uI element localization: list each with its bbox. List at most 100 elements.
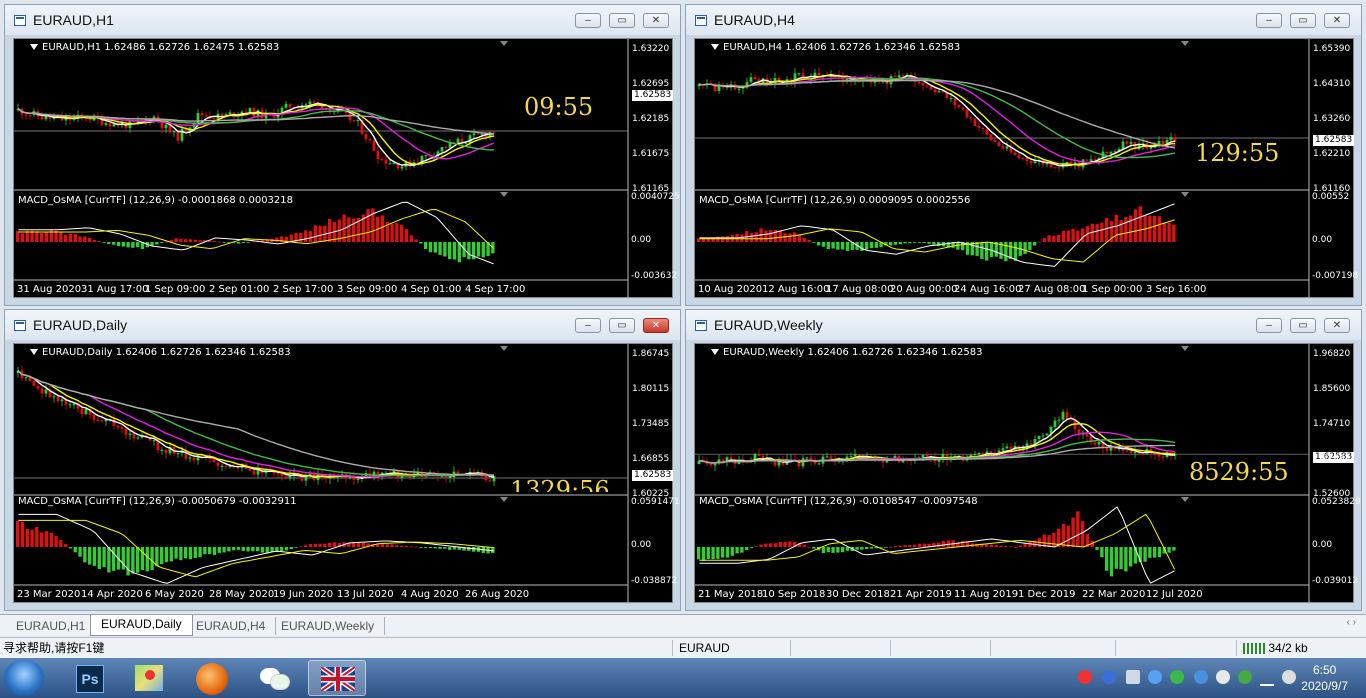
candle-body: [104, 123, 108, 125]
chart-area[interactable]: EURAUD,H1 1.62486 1.62726 1.62475 1.6258…: [13, 38, 680, 299]
macd-tick-label: -0.003632: [631, 271, 678, 281]
sogou-ime-icon[interactable]: [1078, 670, 1092, 684]
time-tick-label: 10 Sep 2018: [762, 589, 826, 600]
candle-timer: 129:55: [1195, 139, 1280, 167]
close-button[interactable]: ✕: [643, 13, 669, 28]
dropdown-triangle-icon[interactable]: [30, 349, 38, 355]
macd-histogram-bar: [409, 235, 413, 242]
candle-body: [60, 399, 64, 402]
candle-body: [773, 461, 777, 466]
dropdown-triangle-icon[interactable]: [711, 349, 719, 355]
chart-window-weekly[interactable]: EURAUD,Weekly – ▭ ✕ EURAUD,Weekly 1.6240…: [685, 309, 1362, 611]
tab-scroll-arrows[interactable]: ‹ ›: [1347, 617, 1356, 628]
help-icon[interactable]: [1102, 670, 1116, 684]
macd-histogram-bar: [730, 547, 734, 556]
chart-window-h1[interactable]: EURAUD,H1 – ▭ ✕ EURAUD,H1 1.62486 1.6272…: [4, 4, 681, 306]
shield-icon[interactable]: [1194, 670, 1208, 684]
window-title: EURAUD,H4: [714, 12, 795, 28]
close-button[interactable]: ✕: [1324, 13, 1350, 28]
security-icon[interactable]: [1238, 670, 1252, 684]
chart-window-h4[interactable]: EURAUD,H4 – ▭ ✕ EURAUD,H4 1.62406 1.6272…: [685, 4, 1362, 306]
macd-histogram-bar: [1124, 547, 1128, 572]
maps-icon[interactable]: [125, 660, 173, 696]
macd-histogram-bar: [212, 547, 217, 556]
macd-histogram-bar: [212, 241, 217, 242]
close-button[interactable]: ✕: [1324, 318, 1350, 333]
mail-icon[interactable]: [1216, 670, 1230, 684]
wechat-icon[interactable]: [250, 660, 298, 696]
minimize-button[interactable]: –: [575, 13, 601, 28]
macd-histogram-bar: [1133, 209, 1138, 242]
macd-histogram-bar: [1129, 547, 1133, 567]
macd-histogram-bar: [994, 545, 998, 547]
close-button[interactable]: ✕: [643, 318, 669, 333]
window-titlebar[interactable]: EURAUD,H1 – ▭ ✕: [5, 5, 680, 35]
macd-histogram-bar: [1061, 230, 1066, 242]
wechat-tray-icon[interactable]: [1170, 670, 1184, 684]
macd-histogram-bar: [294, 547, 298, 548]
window-titlebar[interactable]: EURAUD,H4 – ▭ ✕: [686, 5, 1361, 35]
chart-window-daily[interactable]: EURAUD,Daily – ▭ ✕ EURAUD,Daily 1.62406 …: [4, 309, 681, 611]
macd-histogram-bar: [1095, 224, 1099, 242]
candle-body: [364, 133, 368, 140]
macd-histogram-bar: [711, 547, 715, 560]
minimize-button[interactable]: –: [1256, 13, 1282, 28]
candle-body: [749, 77, 753, 82]
network-icon[interactable]: [1126, 670, 1140, 684]
macd-histogram-bar: [164, 547, 169, 563]
macd-histogram-bar: [1009, 242, 1013, 259]
macd-histogram-bar: [783, 233, 787, 242]
macd-histogram-bar: [1057, 234, 1061, 242]
start-orb-icon[interactable]: [4, 660, 44, 696]
connection-bars-icon: [1243, 643, 1265, 655]
macd-histogram-bar: [328, 542, 332, 547]
restore-button[interactable]: ▭: [609, 13, 635, 28]
signal-icon[interactable]: [1260, 670, 1274, 686]
chart-area[interactable]: EURAUD,Daily 1.62406 1.62726 1.62346 1.6…: [13, 343, 680, 604]
window-titlebar[interactable]: EURAUD,Weekly – ▭ ✕: [686, 310, 1361, 340]
candle-body: [80, 408, 84, 415]
restore-button[interactable]: ▭: [1290, 318, 1316, 333]
window-titlebar[interactable]: EURAUD,Daily – ▭ ✕: [5, 310, 680, 340]
candle-body: [937, 91, 941, 93]
minimize-button[interactable]: –: [1256, 318, 1282, 333]
candle-body: [312, 101, 316, 103]
chart-area[interactable]: EURAUD,Weekly 1.62406 1.62726 1.62346 1.…: [694, 343, 1361, 604]
macd-histogram-bar: [1119, 547, 1123, 570]
candle-body: [92, 414, 96, 420]
bluetooth-icon[interactable]: [1148, 670, 1162, 684]
macd-histogram-bar: [922, 543, 926, 547]
taskbar-clock[interactable]: 6:50 2020/9/7: [1301, 662, 1348, 694]
candle-body: [380, 159, 384, 161]
restore-button[interactable]: ▭: [1290, 13, 1316, 28]
candle-body: [965, 109, 969, 118]
tab-euraud-weekly[interactable]: EURAUD,Weekly: [271, 617, 386, 635]
dropdown-triangle-icon[interactable]: [711, 44, 719, 50]
minimize-button[interactable]: –: [575, 318, 601, 333]
uk-flag-icon: [321, 667, 355, 691]
macd-histogram-bar: [184, 239, 188, 242]
restore-button[interactable]: ▭: [609, 318, 635, 333]
tab-euraud-h1[interactable]: EURAUD,H1: [6, 617, 97, 635]
macd-histogram-bar: [1047, 235, 1051, 242]
macd-histogram-bar: [380, 215, 385, 242]
candle-body: [100, 420, 104, 422]
tab-euraud-h4[interactable]: EURAUD,H4: [186, 617, 277, 635]
flag-icon[interactable]: [308, 660, 366, 696]
candle-body: [484, 476, 488, 481]
macd-histogram-bar: [385, 544, 389, 547]
dropdown-triangle-icon[interactable]: [30, 44, 38, 50]
time-tick-label: 24 Aug 16:00: [954, 284, 1022, 295]
tab-euraud-daily[interactable]: EURAUD,Daily: [90, 615, 193, 636]
candle-body: [957, 105, 961, 108]
photoshop-icon[interactable]: Ps: [64, 660, 112, 696]
metatrader-icon[interactable]: [188, 660, 236, 696]
chart-area[interactable]: EURAUD,H4 1.62406 1.62726 1.62346 1.6258…: [694, 38, 1358, 299]
macd-histogram-bar: [390, 223, 394, 242]
macd-histogram-bar: [260, 547, 265, 553]
macd-histogram-bar: [860, 242, 864, 252]
candle-body: [40, 116, 44, 120]
time-tick-label: 12 Jul 2020: [1146, 589, 1203, 600]
volume-muted-icon[interactable]: [1282, 670, 1296, 684]
macd-histogram-bar: [299, 233, 303, 242]
